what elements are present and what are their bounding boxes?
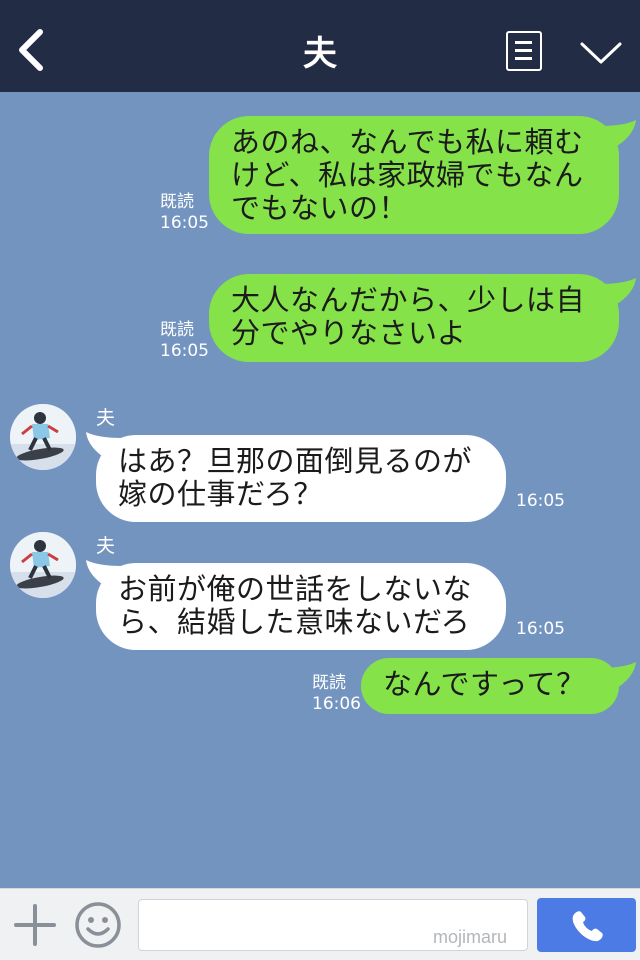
message-line: 大人なんだから、少しは自	[231, 283, 586, 317]
add-button[interactable]	[14, 904, 56, 946]
message-list[interactable]: あのね、なんでも私に頼む けど、私は家政婦でもなん でもないの！ 既読 16:0…	[0, 92, 640, 888]
expand-button[interactable]	[578, 38, 624, 68]
message-line: でもないの！	[231, 191, 409, 225]
chat-header: 夫	[0, 0, 640, 92]
phone-icon	[572, 911, 603, 942]
read-label: 既読	[160, 192, 194, 212]
their-message-bubble[interactable]: はあ？旦那の面倒見るのが 嫁の仕事だろ？	[96, 435, 506, 522]
read-label: 既読	[160, 320, 194, 340]
message-line: ら、結婚した意味ないだろ	[118, 605, 471, 639]
my-message-bubble[interactable]: 大人なんだから、少しは自 分でやりなさいよ	[209, 274, 619, 362]
notes-icon-line	[515, 49, 532, 52]
my-message-bubble[interactable]: あのね、なんでも私に頼む けど、私は家政婦でもなん でもないの！	[209, 116, 619, 234]
message-line: けど、私は家政婦でもなん	[231, 158, 584, 192]
call-button[interactable]	[537, 898, 636, 952]
snowboarder-avatar-icon	[10, 404, 76, 470]
watermark-text: mojimaru	[433, 927, 508, 947]
avatar[interactable]	[10, 532, 76, 598]
my-message-bubble[interactable]: なんですって？	[361, 658, 619, 714]
back-button[interactable]	[14, 28, 50, 72]
message-meta: 既読 16:06	[312, 673, 361, 715]
notes-icon-line	[515, 57, 532, 60]
message-time: 16:05	[516, 619, 565, 639]
plus-icon	[14, 904, 56, 946]
notes-icon	[515, 41, 532, 44]
message-line: お前が俺の世話をしないな	[118, 572, 473, 606]
read-label: 既読	[312, 673, 346, 693]
message-time: 16:06	[312, 694, 361, 714]
message-meta: 既読 16:05	[160, 320, 209, 362]
message-meta: 既読 16:05	[160, 192, 209, 234]
avatar[interactable]	[10, 404, 76, 470]
their-message-bubble[interactable]: お前が俺の世話をしないな ら、結婚した意味ないだろ	[96, 563, 506, 650]
snowboarder-avatar-icon	[10, 532, 76, 598]
message-line: 嫁の仕事だろ？	[118, 477, 323, 511]
notes-button[interactable]	[506, 31, 542, 71]
chevron-down-icon	[580, 42, 622, 64]
smiley-icon	[75, 902, 121, 948]
message-time: 16:05	[160, 341, 209, 361]
input-bar: mojimaru	[0, 888, 640, 960]
chat-title: 夫	[303, 34, 337, 74]
message-line: はあ？旦那の面倒見るのが	[118, 444, 473, 478]
message-line: あのね、なんでも私に頼む	[231, 125, 584, 159]
sender-name: 夫	[96, 535, 116, 557]
message-line: なんですって？	[383, 667, 586, 701]
message-line: 分でやりなさいよ	[231, 316, 467, 350]
message-time: 16:05	[160, 213, 209, 233]
emoji-button[interactable]	[74, 901, 122, 949]
chevron-left-icon	[19, 29, 43, 71]
message-time: 16:05	[516, 491, 565, 511]
sender-name: 夫	[96, 407, 116, 429]
